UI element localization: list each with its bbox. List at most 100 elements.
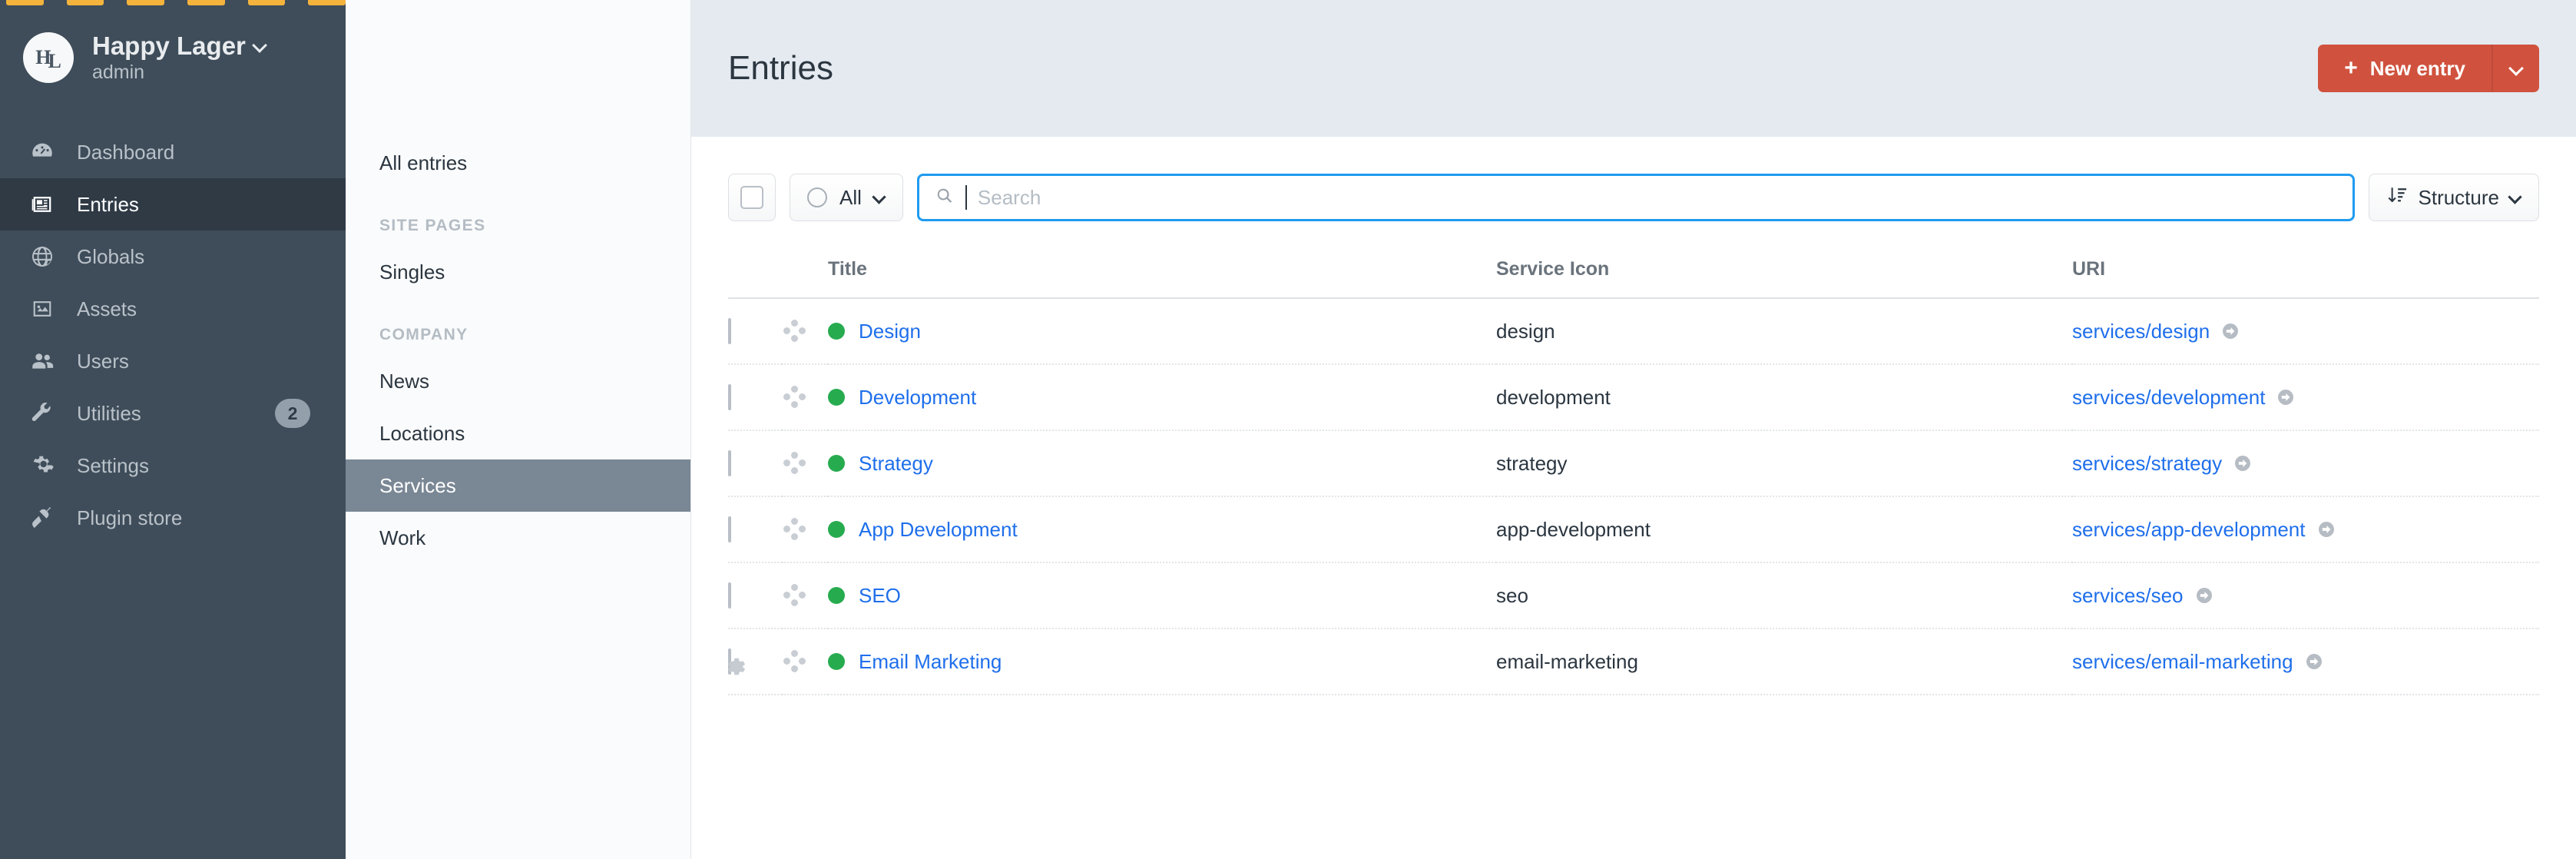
row-checkbox-cell[interactable] [728,430,782,497]
status-circle-icon [807,187,827,207]
sidebar-item-assets[interactable]: Assets [0,283,346,335]
row-checkbox-cell[interactable] [728,364,782,431]
sidebar-item-plugin-store[interactable]: Plugin store [0,492,346,544]
sidebar-item-label: Users [77,349,129,373]
subnav-item-label: News [379,369,430,393]
entry-title-link[interactable]: SEO [859,584,901,608]
table-row[interactable]: Design design services/design [728,298,2539,365]
row-handle-cell[interactable] [782,430,828,497]
row-service-icon-cell: seo [1496,562,2072,629]
subnav-item-singles[interactable]: Singles [346,246,690,298]
chevron-down-icon[interactable] [253,39,267,52]
drag-handle-icon[interactable] [782,516,808,542]
external-link-icon[interactable] [2304,652,2324,672]
row-checkbox[interactable] [728,516,731,542]
entry-title-link[interactable]: Development [859,386,976,410]
column-header-service-icon[interactable]: Service Icon [1496,258,2072,299]
search-input[interactable] [977,185,2337,210]
wrench-icon [28,399,57,428]
accent-tab-strip [0,0,346,8]
entry-uri-link[interactable]: services/strategy [2072,452,2222,476]
drag-handle-icon[interactable] [782,450,808,476]
text-cursor [965,185,967,210]
entry-uri-link[interactable]: services/app-development [2072,518,2306,542]
row-title-cell: App Development [828,496,1496,563]
sidebar-item-settings[interactable]: Settings [0,439,346,492]
drag-handle-icon[interactable] [782,384,808,410]
subnav-item-locations[interactable]: Locations [346,407,690,459]
entry-uri-link[interactable]: services/seo [2072,584,2184,608]
entry-title-link[interactable]: Strategy [859,452,933,476]
subnav-item-label: Singles [379,260,445,284]
entries-index: All Structure [691,137,2576,859]
status-dot-live [828,587,845,604]
external-link-icon[interactable] [2316,519,2336,539]
select-all-checkbox[interactable] [728,174,776,221]
row-handle-cell[interactable] [782,364,828,431]
row-checkbox-cell[interactable] [728,298,782,365]
drag-handle-icon[interactable] [782,648,808,675]
sidebar-item-label: Plugin store [77,506,183,529]
row-checkbox[interactable] [728,582,731,609]
row-checkbox[interactable] [728,383,731,410]
table-row[interactable]: Strategy strategy services/strategy [728,430,2539,497]
status-filter-button[interactable]: All [790,174,903,221]
drag-handle-icon[interactable] [782,318,808,344]
external-link-icon[interactable] [2276,387,2296,407]
row-handle-cell[interactable] [782,628,828,695]
sidebar-item-dashboard[interactable]: Dashboard [0,126,346,178]
table-row[interactable]: Email Marketing email-marketing services… [728,628,2539,695]
subnav-item-all-entries[interactable]: All entries [346,137,690,189]
row-handle-cell[interactable] [782,562,828,629]
row-checkbox-cell[interactable] [728,562,782,629]
external-link-icon[interactable] [2220,321,2240,341]
table-row[interactable]: App Development app-development services… [728,496,2539,563]
column-header-uri[interactable]: URI [2072,258,2539,299]
entry-title-link[interactable]: App Development [859,518,1018,542]
entry-title-link[interactable]: Design [859,320,921,343]
entry-uri-link[interactable]: services/email-marketing [2072,650,2293,674]
chevron-down-icon [874,192,886,204]
view-mode-structure-button[interactable]: Structure [2368,174,2539,221]
subnav-item-label: Services [379,473,456,497]
row-handle-cell[interactable] [782,298,828,365]
entry-uri-link[interactable]: services/development [2072,386,2265,410]
entry-uri-link[interactable]: services/design [2072,320,2210,343]
subnav-item-news[interactable]: News [346,355,690,407]
subnav-item-services[interactable]: Services [346,459,690,512]
row-title-cell: Design [828,298,1496,365]
row-handle-cell[interactable] [782,496,828,563]
sidebar-item-label: Settings [77,453,149,477]
current-user-label: admin [92,61,145,83]
table-row[interactable]: Development development services/develop… [728,364,2539,431]
customize-sources-button[interactable] [723,655,746,680]
sidebar-item-utilities[interactable]: Utilities 2 [0,387,346,439]
subnav-item-work[interactable]: Work [346,512,690,564]
site-name-label: Happy Lager [92,32,246,60]
entry-title-link[interactable]: Email Marketing [859,650,1002,674]
site-switcher[interactable]: HL Happy Lager admin [0,0,346,83]
sidebar-item-users[interactable]: Users [0,335,346,387]
column-header-title[interactable]: Title [828,258,1496,299]
row-checkbox[interactable] [728,317,731,344]
gear-icon [28,451,57,480]
row-uri-cell: services/seo [2072,562,2539,629]
external-link-icon[interactable] [2233,453,2253,473]
row-service-icon-cell: development [1496,364,2072,431]
structure-label: Structure [2418,185,2500,209]
row-checkbox[interactable] [728,449,731,476]
table-row[interactable]: SEO seo services/seo [728,562,2539,629]
new-entry-button[interactable]: + New entry [2318,45,2492,92]
sidebar-item-globals[interactable]: Globals [0,231,346,283]
row-checkbox-cell[interactable] [728,496,782,563]
sidebar-item-entries[interactable]: Entries [0,178,346,231]
sidebar-item-label: Globals [77,244,145,268]
sidebar-item-label: Assets [77,297,137,320]
drag-handle-icon[interactable] [782,582,808,609]
search-field[interactable] [916,174,2355,221]
entries-source-sidebar: All entries SITE PAGES Singles COMPANY N… [346,0,746,859]
new-entry-dropdown-button[interactable] [2492,45,2539,92]
row-uri-cell: services/app-development [2072,496,2539,563]
status-dot-live [828,323,845,340]
external-link-icon[interactable] [2194,585,2214,605]
